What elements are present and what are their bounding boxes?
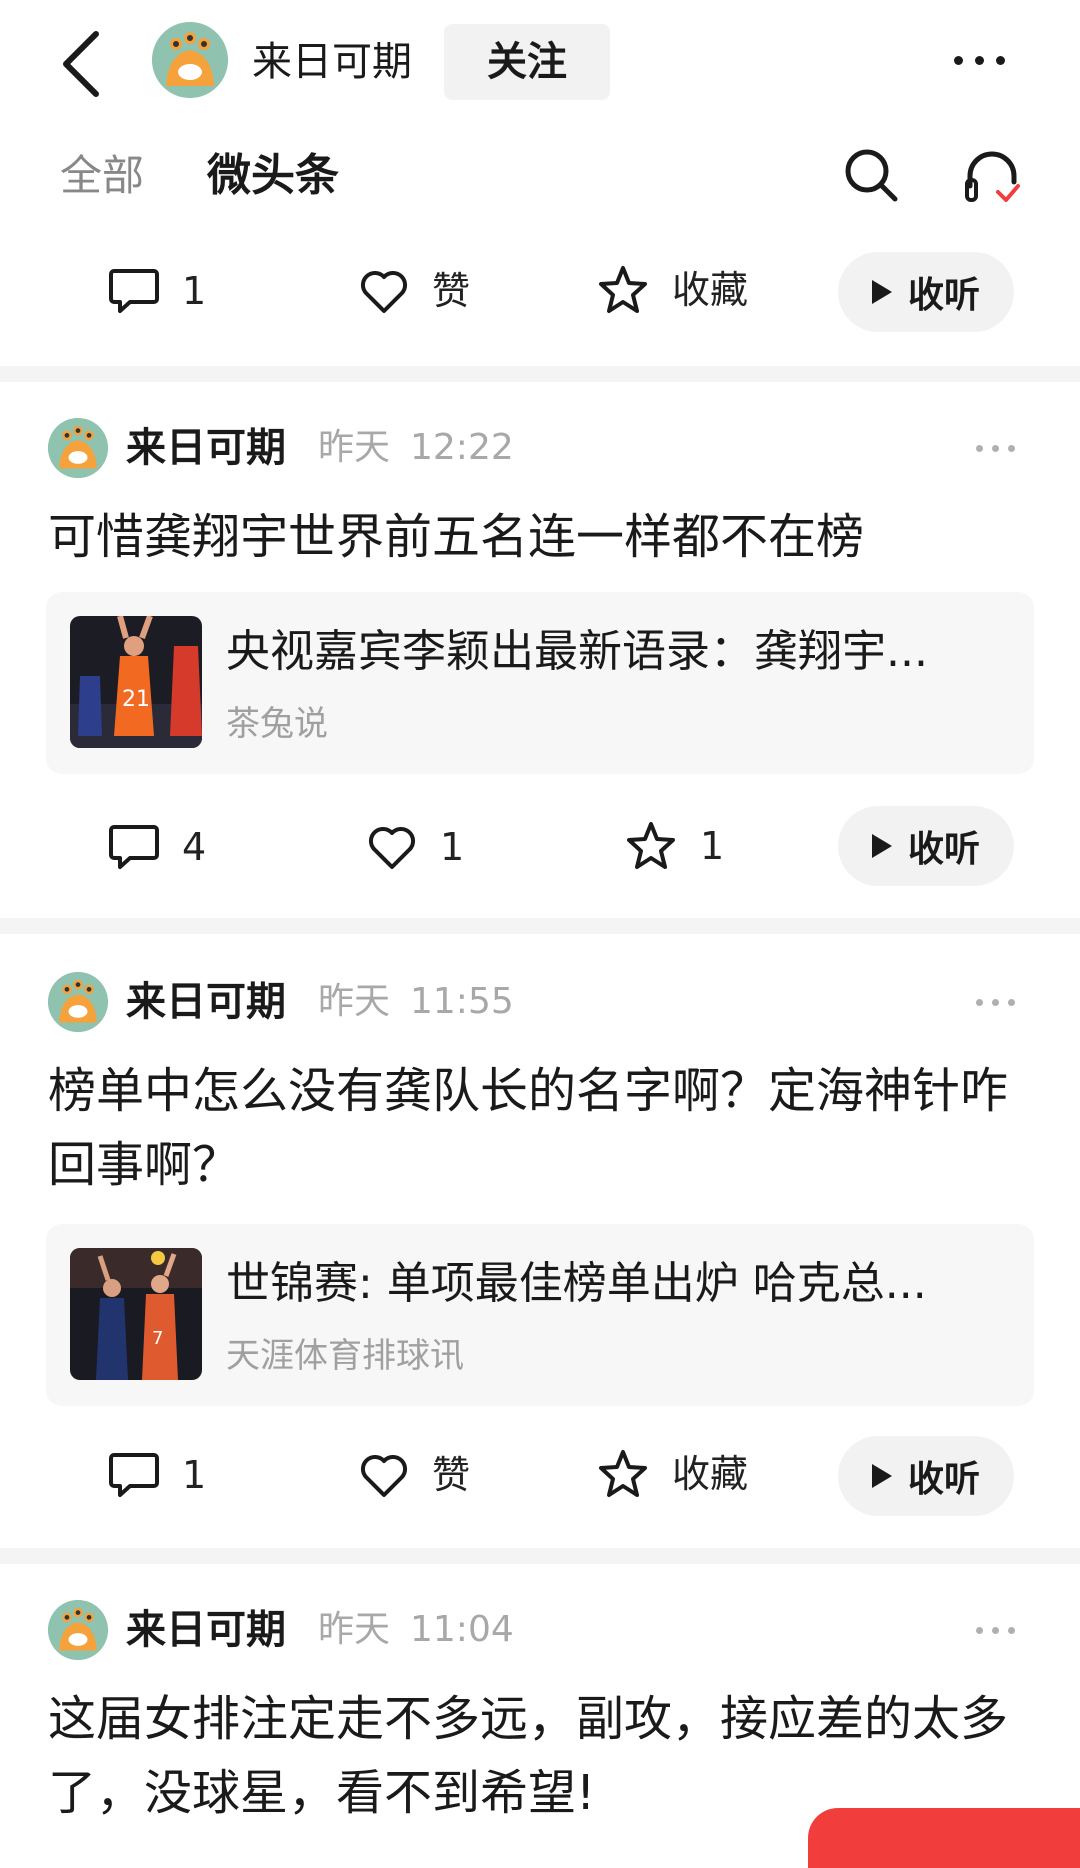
heart-icon xyxy=(368,826,416,869)
post-text[interactable]: 可惜龚翔宇世界前五名连一样都不在榜 xyxy=(48,500,1038,574)
listen-label: 收听 xyxy=(907,275,980,316)
section-divider xyxy=(0,366,1080,382)
follow-button[interactable]: 关注 xyxy=(444,24,610,100)
search-icon[interactable] xyxy=(842,146,900,204)
post-author-name[interactable]: 来日可期 xyxy=(126,420,286,476)
post-time: 11:04 xyxy=(410,1609,514,1650)
play-icon xyxy=(871,1464,892,1488)
tab-all[interactable]: 全部 xyxy=(60,148,144,204)
comment-icon xyxy=(109,269,159,313)
listen-button[interactable]: 收听 xyxy=(838,1436,1014,1516)
favorite-count: 1 xyxy=(700,824,725,868)
like-action[interactable]: 1 xyxy=(366,822,464,872)
back-arrow-icon[interactable] xyxy=(58,28,106,100)
comment-action[interactable]: 4 xyxy=(108,822,206,872)
author-avatar[interactable] xyxy=(152,22,228,98)
article-thumbnail: 21 xyxy=(70,616,202,748)
favorite-label: 收藏 xyxy=(672,268,749,312)
comment-count: 1 xyxy=(182,1453,207,1497)
article-title: 央视嘉宾李颖出最新语录：龚翔宇... xyxy=(226,626,928,677)
comment-count: 4 xyxy=(182,825,207,869)
tab-micro-headlines[interactable]: 微头条 xyxy=(207,146,339,206)
header-author-name[interactable]: 来日可期 xyxy=(252,34,412,90)
comment-action[interactable]: 1 xyxy=(108,1450,206,1500)
floating-action-button[interactable] xyxy=(808,1808,1080,1868)
like-label: 赞 xyxy=(432,269,471,313)
star-icon xyxy=(627,822,675,869)
post-date: 昨天 xyxy=(318,427,391,468)
comment-action[interactable]: 1 xyxy=(108,266,206,316)
favorite-action[interactable]: 收藏 xyxy=(596,264,748,316)
post-author-avatar[interactable] xyxy=(48,972,108,1032)
more-options-icon[interactable] xyxy=(954,56,1005,65)
listen-button[interactable]: 收听 xyxy=(838,806,1014,886)
post-date: 昨天 xyxy=(318,981,391,1022)
play-icon xyxy=(871,280,892,304)
like-action[interactable]: 赞 xyxy=(358,266,470,316)
listen-label: 收听 xyxy=(907,829,980,870)
post-author-name[interactable]: 来日可期 xyxy=(126,1602,286,1658)
section-divider xyxy=(0,1548,1080,1564)
post-time: 11:55 xyxy=(410,981,514,1022)
article-thumbnail: 7 xyxy=(70,1248,202,1380)
post-text[interactable]: 榜单中怎么没有龚队长的名字啊？定海神针咋回事啊？ xyxy=(48,1054,1038,1202)
post-author-name[interactable]: 来日可期 xyxy=(126,974,286,1030)
post-date: 昨天 xyxy=(318,1609,391,1650)
svg-text:7: 7 xyxy=(152,1328,163,1349)
post-more-icon[interactable] xyxy=(976,999,1015,1006)
svg-text:21: 21 xyxy=(122,687,150,712)
article-source: 茶兔说 xyxy=(226,704,328,744)
article-source: 天涯体育排球讯 xyxy=(226,1336,464,1376)
post-more-icon[interactable] xyxy=(976,445,1015,452)
comment-icon xyxy=(109,1453,159,1497)
comment-icon xyxy=(109,825,159,869)
like-action[interactable]: 赞 xyxy=(358,1450,470,1500)
post-author-avatar[interactable] xyxy=(48,1600,108,1660)
star-icon xyxy=(599,266,647,313)
like-count: 1 xyxy=(440,825,465,869)
favorite-action[interactable]: 1 xyxy=(624,820,724,872)
like-label: 赞 xyxy=(432,1453,471,1497)
post-author-avatar[interactable] xyxy=(48,418,108,478)
favorite-action[interactable]: 收藏 xyxy=(596,1448,748,1500)
post-time: 12:22 xyxy=(410,427,514,468)
linked-article-card[interactable]: 7 世锦赛: 单项最佳榜单出炉 哈克总... 天涯体育排球讯 xyxy=(46,1224,1034,1406)
headphones-listen-icon[interactable] xyxy=(962,146,1022,208)
heart-icon xyxy=(360,1454,408,1497)
favorite-label: 收藏 xyxy=(672,1452,749,1496)
heart-icon xyxy=(360,270,408,313)
listen-button[interactable]: 收听 xyxy=(838,252,1014,332)
star-icon xyxy=(599,1450,647,1497)
listen-label: 收听 xyxy=(907,1459,980,1500)
article-title: 世锦赛: 单项最佳榜单出炉 哈克总... xyxy=(226,1258,927,1309)
comment-count: 1 xyxy=(182,269,207,313)
linked-article-card[interactable]: 21 央视嘉宾李颖出最新语录：龚翔宇... 茶兔说 xyxy=(46,592,1034,774)
section-divider xyxy=(0,918,1080,934)
play-icon xyxy=(871,834,892,858)
post-more-icon[interactable] xyxy=(976,1627,1015,1634)
